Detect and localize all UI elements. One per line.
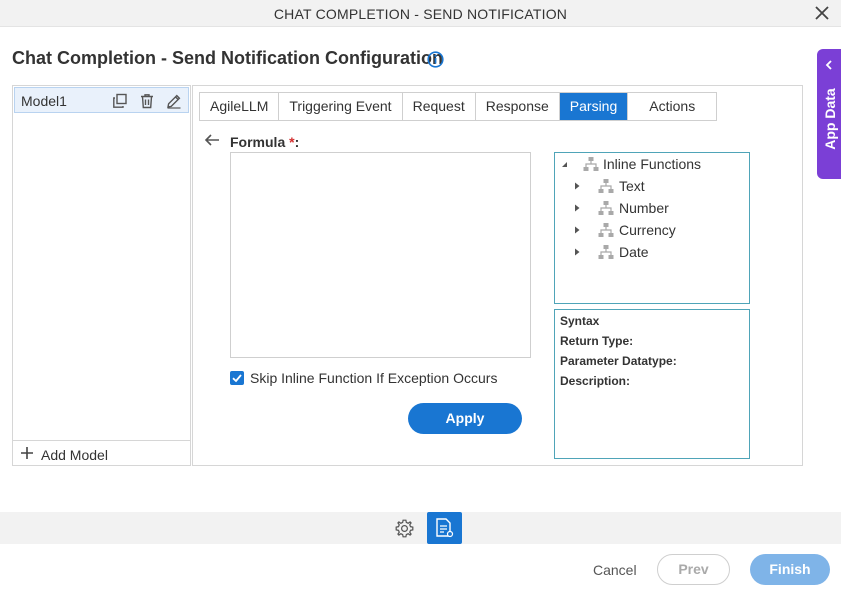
add-model-button[interactable]: Add Model (13, 440, 190, 465)
cancel-button[interactable]: Cancel (593, 562, 637, 578)
model-list-panel: Model1 Add Model (12, 85, 191, 466)
formula-label-text: Formula (230, 134, 286, 150)
hierarchy-icon (598, 201, 614, 215)
inline-functions-tree: Inline Functions Text Number Currency Da… (554, 152, 750, 304)
page-title: Chat Completion - Send Notification Conf… (12, 48, 443, 68)
tab-bar: AgileLLM Triggering Event Request Respon… (199, 92, 718, 121)
hierarchy-icon (598, 245, 614, 259)
tab-actions[interactable]: Actions (628, 93, 717, 120)
footer-toolbar (0, 512, 841, 544)
formula-label-suffix: : (294, 134, 300, 150)
expand-triangle-icon[interactable] (572, 181, 582, 191)
syntax-info-panel: Syntax Return Type: Parameter Datatype: … (554, 309, 750, 459)
collapse-triangle-icon[interactable] (559, 159, 569, 169)
gear-icon[interactable] (394, 518, 415, 539)
edit-icon[interactable] (166, 93, 182, 109)
copy-icon[interactable] (112, 93, 128, 109)
document-view-button[interactable] (427, 512, 462, 544)
tab-triggering-event[interactable]: Triggering Event (279, 93, 403, 120)
model-name: Model1 (21, 93, 67, 109)
tree-node-label: Currency (619, 222, 676, 238)
skip-label: Skip Inline Function If Exception Occurs (250, 370, 498, 386)
app-data-tab[interactable]: App Data (817, 49, 841, 179)
apply-button[interactable]: Apply (408, 403, 522, 434)
formula-input[interactable] (230, 152, 531, 358)
hierarchy-icon (598, 179, 614, 193)
tab-agilellm[interactable]: AgileLLM (200, 93, 280, 120)
finish-button[interactable]: Finish (750, 554, 830, 585)
description-label: Description: (560, 374, 631, 388)
info-icon[interactable] (427, 51, 444, 68)
tree-node-date[interactable]: Date (555, 242, 745, 262)
window-title: CHAT COMPLETION - SEND NOTIFICATION (273, 6, 568, 22)
document-icon (436, 518, 454, 538)
close-icon[interactable] (813, 4, 831, 22)
hierarchy-icon (598, 223, 614, 237)
tab-request[interactable]: Request (402, 93, 476, 120)
tree-node-text[interactable]: Text (555, 176, 745, 196)
hierarchy-icon (583, 157, 599, 171)
add-model-label: Add Model (41, 447, 108, 463)
formula-label: Formula *: (230, 134, 299, 150)
tree-root-inline-functions[interactable]: Inline Functions (555, 154, 745, 174)
expand-triangle-icon[interactable] (572, 203, 582, 213)
parameter-datatype-label: Parameter Datatype: (560, 354, 677, 368)
back-arrow-icon[interactable] (204, 133, 220, 147)
plus-icon (21, 447, 33, 459)
delete-icon[interactable] (139, 93, 155, 109)
model-item[interactable]: Model1 (14, 87, 189, 113)
tab-response[interactable]: Response (475, 93, 560, 120)
tree-node-label: Date (619, 244, 649, 260)
expand-triangle-icon[interactable] (572, 225, 582, 235)
expand-triangle-icon[interactable] (572, 247, 582, 257)
chevron-left-icon (825, 60, 832, 70)
skip-checkbox[interactable] (230, 371, 244, 385)
app-data-label: App Data (822, 88, 838, 150)
tree-node-label: Text (619, 178, 645, 194)
prev-button[interactable]: Prev (657, 554, 730, 585)
main-config-panel: AgileLLM Triggering Event Request Respon… (192, 85, 803, 466)
tab-parsing[interactable]: Parsing (559, 93, 629, 120)
window-titlebar: CHAT COMPLETION - SEND NOTIFICATION (0, 0, 841, 27)
return-type-label: Return Type: (560, 334, 634, 348)
tree-root-label: Inline Functions (603, 156, 702, 172)
syntax-heading: Syntax (560, 314, 600, 328)
tree-node-label: Number (619, 200, 669, 216)
tree-node-number[interactable]: Number (555, 198, 745, 218)
tree-node-currency[interactable]: Currency (555, 220, 745, 240)
